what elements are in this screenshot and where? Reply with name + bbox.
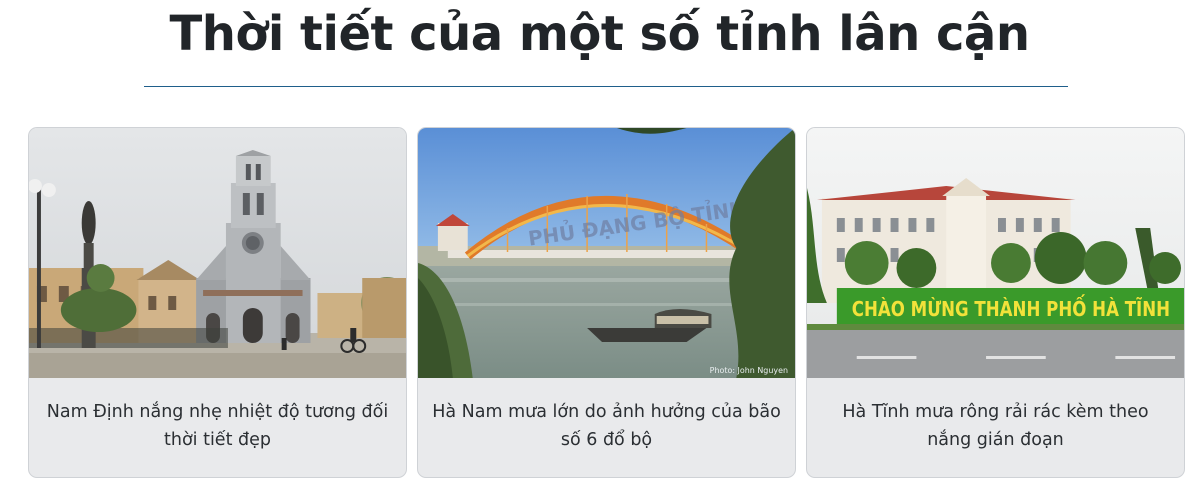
card-caption[interactable]: Hà Nam mưa lớn do ảnh hưởng của bão số 6… — [430, 398, 783, 454]
ha-tinh-welcome-sign-photo: CHÀO MỪNG THÀNH PHỐ HÀ TĨNH — [807, 128, 1184, 378]
card-image-nam-dinh[interactable] — [29, 128, 406, 378]
weather-card-nam-dinh[interactable]: Nam Định nắng nhẹ nhiệt độ tương đối thờ… — [28, 127, 407, 478]
photo-credit: Photo: John Nguyen — [710, 366, 788, 375]
weather-card-ha-nam[interactable]: PHỦ ĐẠNG BỘ TỈNH Photo: John Nguyen Hà N… — [417, 127, 796, 478]
card-image-ha-tinh[interactable]: CHÀO MỪNG THÀNH PHỐ HÀ TĨNH — [807, 128, 1184, 378]
title-divider — [144, 86, 1068, 87]
card-caption[interactable]: Hà Tĩnh mưa rông rải rác kèm theo nắng g… — [819, 398, 1172, 454]
welcome-sign-text: CHÀO MỪNG THÀNH PHỐ HÀ TĨNH — [852, 295, 1170, 321]
weather-card-ha-tinh[interactable]: CHÀO MỪNG THÀNH PHỐ HÀ TĨNH Hà Tĩnh mưa … — [806, 127, 1185, 478]
nam-dinh-cathedral-photo — [29, 128, 406, 378]
card-image-ha-nam[interactable]: PHỦ ĐẠNG BỘ TỈNH Photo: John Nguyen — [418, 128, 795, 378]
ha-nam-bridge-river-photo: PHỦ ĐẠNG BỘ TỈNH Photo: John Nguyen — [418, 128, 795, 378]
section-title: Thời tiết của một số tỉnh lân cận — [169, 6, 1031, 62]
card-caption[interactable]: Nam Định nắng nhẹ nhiệt độ tương đối thờ… — [41, 398, 394, 454]
